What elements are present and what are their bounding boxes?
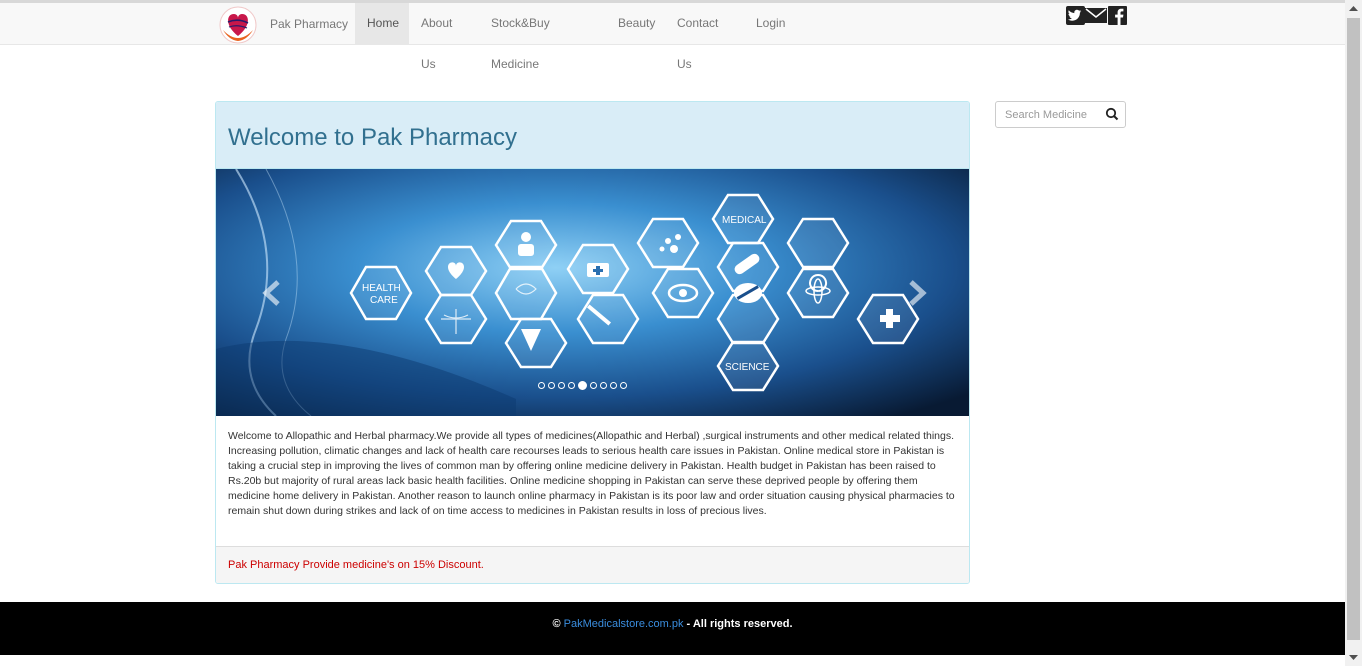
health-label: HEALTH [362, 283, 401, 294]
search-form [995, 101, 1126, 128]
nav-login[interactable]: Login [744, 3, 796, 44]
image-carousel[interactable]: HEALTH CARE MEDICAL SCIENCE [216, 169, 969, 416]
panel-heading: Welcome to Pak Pharmacy [216, 102, 969, 169]
search-button[interactable] [1100, 102, 1125, 127]
mail-icon[interactable] [1085, 6, 1107, 26]
facebook-icon[interactable] [1108, 6, 1127, 26]
nav-contact-us[interactable]: Contact Us [665, 3, 744, 71]
search-input[interactable] [996, 102, 1100, 127]
scroll-down-icon[interactable] [1349, 653, 1358, 661]
site-link[interactable]: PakMedicalstore.com.pk [564, 618, 684, 630]
vertical-scrollbar[interactable] [1345, 0, 1362, 666]
nav-home[interactable]: Home [355, 3, 409, 44]
care-label: CARE [370, 295, 398, 306]
welcome-panel: Welcome to Pak Pharmacy HEALTH CARE MEDI… [215, 101, 970, 584]
navbar-brand[interactable]: Pak Pharmacy [270, 17, 348, 31]
nav-beauty[interactable]: Beauty [606, 3, 665, 44]
scroll-up-icon[interactable] [1349, 5, 1358, 13]
carousel-indicators[interactable] [538, 378, 630, 391]
search-icon [1105, 107, 1119, 121]
navbar: Pak Pharmacy Home About Us Stock&Buy Med… [0, 3, 1345, 71]
copyright-symbol: © [552, 618, 561, 630]
scrollbar-thumb[interactable] [1347, 18, 1360, 640]
science-label: SCIENCE [725, 362, 770, 373]
site-footer: © PakMedicalstore.com.pk - All rights re… [0, 602, 1345, 655]
nav-stock-buy-medicine[interactable]: Stock&Buy Medicine [479, 3, 606, 71]
page-title: Welcome to Pak Pharmacy [228, 124, 517, 151]
discount-notice: Pak Pharmacy Provide medicine's on 15% D… [228, 559, 484, 571]
twitter-icon[interactable] [1066, 6, 1085, 26]
welcome-description: Welcome to Allopathic and Herbal pharmac… [228, 430, 955, 517]
panel-footer: Pak Pharmacy Provide medicine's on 15% D… [216, 546, 969, 583]
pak-pharmacy-logo[interactable] [217, 6, 259, 44]
rights-text: - All rights reserved. [683, 618, 793, 630]
medical-label: MEDICAL [722, 215, 767, 226]
nav-about-us[interactable]: About Us [409, 3, 479, 71]
